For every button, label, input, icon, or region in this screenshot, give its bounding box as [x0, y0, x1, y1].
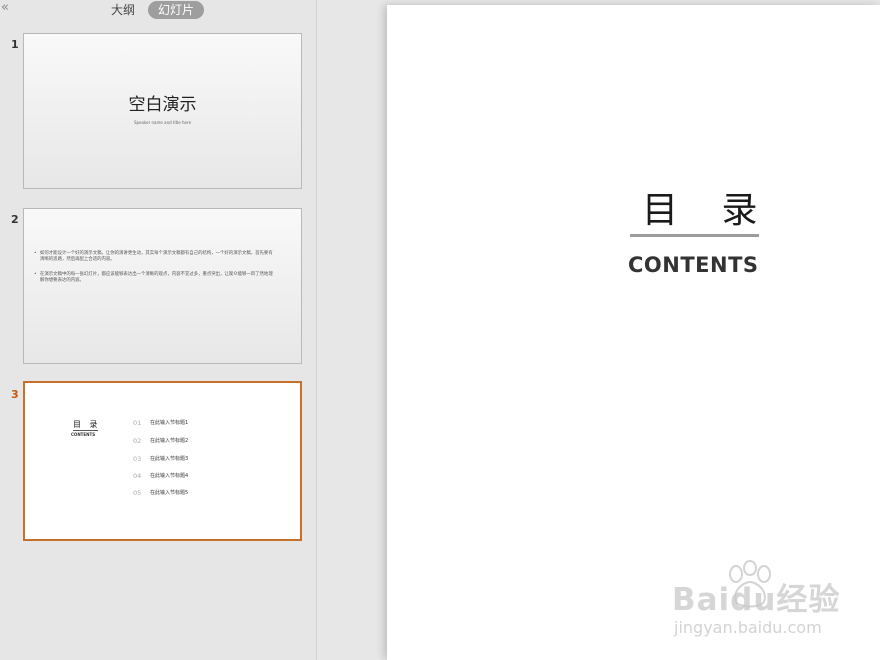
slide-number: 1	[11, 38, 19, 51]
toc-text: 在此输入节标题4	[150, 473, 189, 479]
toc-text: 在此输入节标题2	[150, 438, 189, 444]
collapse-panel-icon[interactable]: «	[1, 1, 9, 15]
slide-thumbnail-2[interactable]: 如何才能设计一个好的演示文稿，让你的演讲更生动，其实每个演示文稿都有自己的结构，…	[23, 208, 302, 364]
panel-divider[interactable]	[316, 0, 317, 660]
slide-number: 2	[11, 213, 19, 226]
toc-number: 04	[133, 472, 142, 480]
toc-text: 在此输入节标题1	[150, 420, 189, 426]
tab-slides[interactable]: 幻灯片	[148, 1, 204, 19]
toc-number: 05	[133, 489, 142, 497]
watermark-logo-text: Baidu经验	[672, 582, 841, 618]
slide-thumbnail-1[interactable]: 空白演示 Speaker name and title here	[23, 33, 302, 189]
slide-title[interactable]: 目 录	[642, 191, 773, 231]
tab-outline[interactable]: 大纲	[104, 1, 142, 19]
toc-number: 02	[133, 437, 142, 445]
thumb-title: 空白演示	[128, 95, 197, 115]
watermark-url: jingyan.baidu.com	[674, 618, 822, 637]
slide-subtitle[interactable]: CONTENTS	[628, 253, 759, 277]
thumb-subtitle: CONTENTS	[71, 432, 96, 437]
thumb-subtitle: Speaker name and title here	[133, 120, 192, 125]
thumb-divider	[73, 430, 98, 431]
toc-text: 在此输入节标题5	[150, 490, 189, 496]
slide-number: 3	[11, 388, 19, 401]
thumb-title: 目 录	[73, 420, 101, 429]
slide-panel: « 大纲 幻灯片 1 空白演示 Speaker name and title h…	[0, 0, 316, 660]
thumb-bullet: 在演示文稿中的每一张幻灯片，都应该能够表达出一个清晰的观点，内容不宜过多，重点突…	[34, 272, 276, 284]
toc-text: 在此输入节标题3	[150, 456, 189, 462]
slide-thumbnail-3[interactable]: 目 录 CONTENTS 01 在此输入节标题1 02 在此输入节标题2 03 …	[23, 381, 302, 541]
toc-number: 01	[133, 419, 142, 427]
thumb-bullet: 如何才能设计一个好的演示文稿，让你的演讲更生动，其实每个演示文稿都有自己的结构，…	[34, 251, 276, 263]
title-underline	[630, 234, 759, 237]
toc-number: 03	[133, 455, 142, 463]
baidu-watermark: Baidu经验 jingyan.baidu.com	[672, 560, 842, 646]
